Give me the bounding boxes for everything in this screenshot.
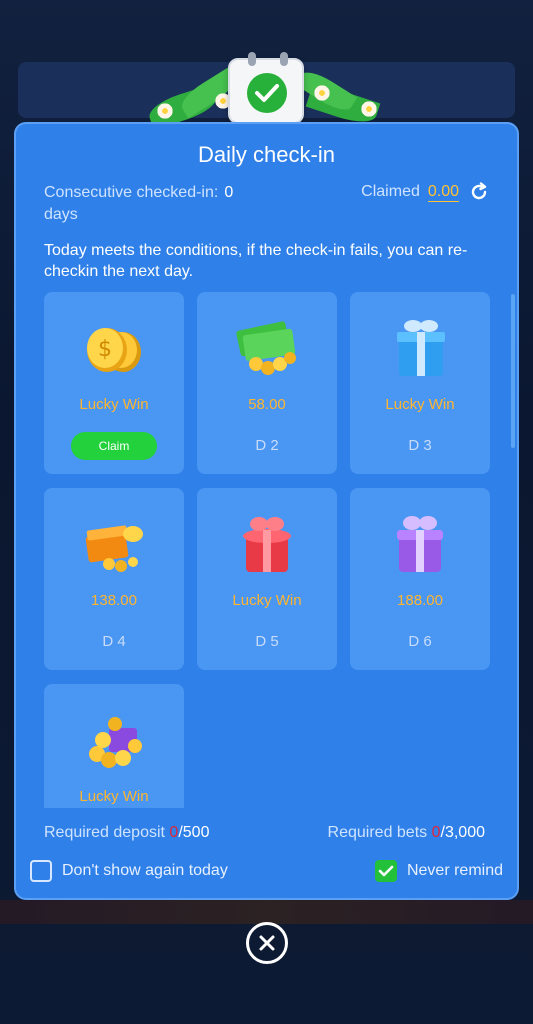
coin-pile-icon <box>89 717 142 768</box>
calendar-check-icon <box>228 52 304 124</box>
orange-treasure-icon <box>85 525 143 572</box>
required-deposit: Required deposit 0/500 <box>44 824 209 842</box>
refresh-icon[interactable] <box>469 182 489 202</box>
claimed-info: Claimed 0.00 <box>361 182 489 202</box>
reward-card-day-5[interactable]: Lucky Win D 5 <box>197 488 337 670</box>
flower-icon <box>156 102 174 120</box>
grid-scrollbar[interactable] <box>511 294 515 448</box>
claimed-amount: 0.00 <box>427 182 459 202</box>
reward-grid[interactable]: $ Lucky Win Claim 58.00 D 2 Lucky Win D … <box>44 292 504 808</box>
required-deposit-current: 0 <box>169 824 179 841</box>
checkmark-icon <box>378 865 394 877</box>
never-remind-checkbox[interactable] <box>374 860 397 882</box>
reward-day: D 6 <box>408 633 432 650</box>
reward-label: 58.00 <box>248 396 286 413</box>
dont-show-label: Don't show again today <box>62 862 228 879</box>
claimed-label: Claimed <box>361 183 420 200</box>
reward-card-day-2[interactable]: 58.00 D 2 <box>197 292 337 474</box>
reward-label: Lucky Win <box>79 396 149 413</box>
close-button[interactable] <box>246 922 288 964</box>
dont-show-option[interactable]: Don't show again today <box>30 860 228 882</box>
required-bets-label: Required bets <box>327 824 428 841</box>
never-remind-option[interactable]: Never remind <box>374 860 503 882</box>
consecutive-label: Consecutive checked-in: <box>44 184 219 201</box>
checkin-header-decoration <box>128 52 406 132</box>
cash-and-coins-icon <box>236 321 296 375</box>
reward-day: D 2 <box>255 437 279 454</box>
dont-show-checkbox[interactable] <box>30 860 52 882</box>
reward-label: Lucky Win <box>385 396 455 413</box>
reward-label: Lucky Win <box>232 592 302 609</box>
reward-label: Lucky Win <box>79 788 149 805</box>
required-deposit-label: Required deposit <box>44 824 165 841</box>
reward-day: D 3 <box>408 437 432 454</box>
never-remind-label: Never remind <box>406 862 503 879</box>
svg-text:$: $ <box>98 337 112 362</box>
modal-title: Daily check-in <box>198 142 335 167</box>
background-banner <box>0 900 533 924</box>
required-deposit-total: /500 <box>178 824 210 841</box>
red-gift-icon <box>243 517 291 572</box>
reward-day: D 5 <box>255 633 279 650</box>
purple-gift-icon <box>397 516 443 572</box>
consecutive-value: 0 <box>224 184 234 201</box>
reward-card-day-7[interactable]: Lucky Win <box>44 684 184 808</box>
blue-gift-icon <box>397 320 445 376</box>
reward-label: 188.00 <box>397 592 443 609</box>
reward-card-day-4[interactable]: 138.00 D 4 <box>44 488 184 670</box>
reward-day: D 4 <box>102 633 126 650</box>
reward-card-day-6[interactable]: 188.00 D 6 <box>350 488 490 670</box>
gold-coins-icon: $ <box>87 328 141 372</box>
required-bets-current: 0 <box>431 824 441 841</box>
daily-checkin-modal: Daily check-in Consecutive checked-in: 0 … <box>14 122 519 900</box>
required-bets-total: /3,000 <box>440 824 485 841</box>
reward-card-day-1[interactable]: $ Lucky Win Claim <box>44 292 184 474</box>
reward-label: 138.00 <box>91 592 137 609</box>
consecutive-checkin-info: Consecutive checked-in: 0 days <box>44 182 284 226</box>
claim-button[interactable]: Claim <box>71 432 157 460</box>
consecutive-unit: days <box>44 206 78 223</box>
flower-icon <box>360 100 378 118</box>
required-bets: Required bets 0/3,000 <box>328 824 485 842</box>
reward-card-day-3[interactable]: Lucky Win D 3 <box>350 292 490 474</box>
checkin-notice: Today meets the conditions, if the check… <box>44 242 468 280</box>
flower-icon <box>313 84 331 102</box>
close-icon <box>259 935 275 951</box>
